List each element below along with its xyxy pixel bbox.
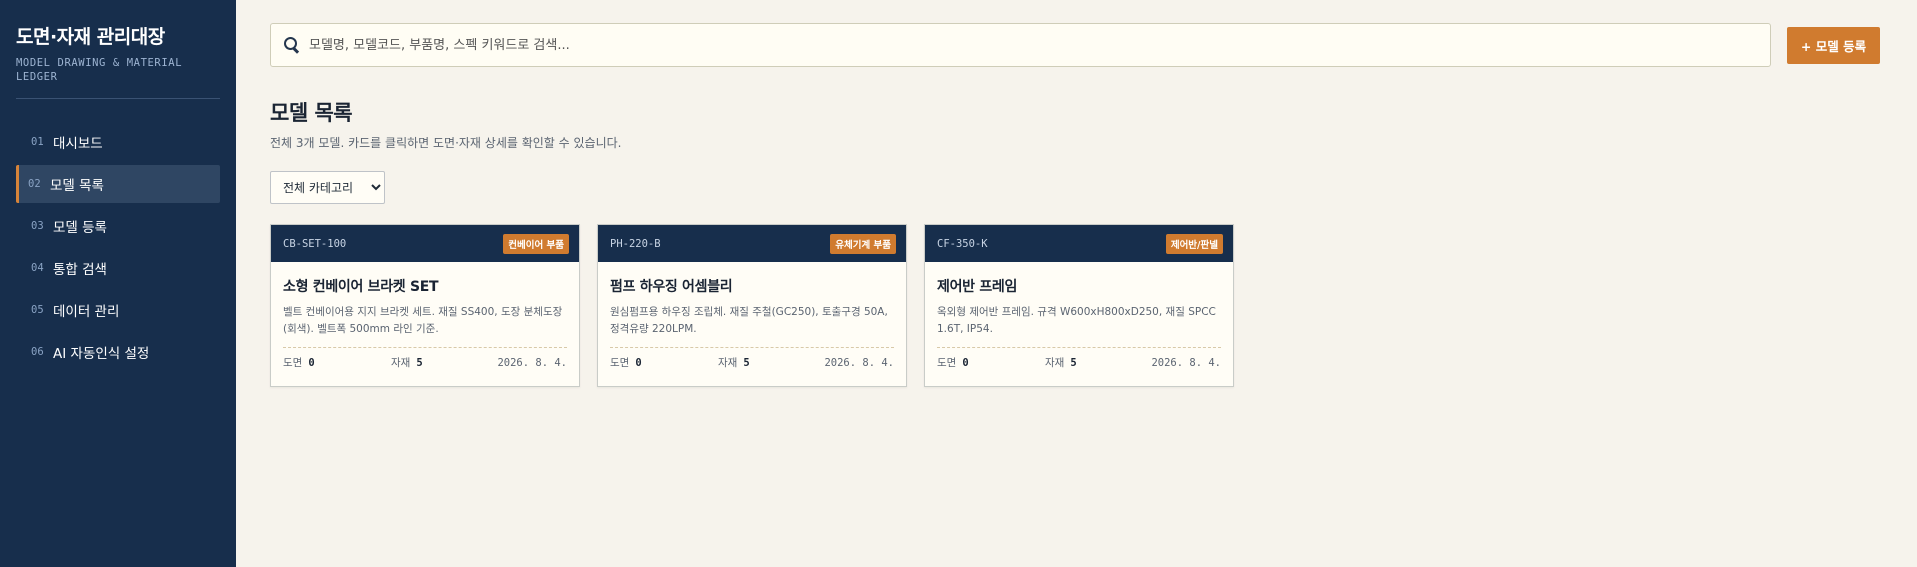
- nav-number: 03: [31, 220, 44, 232]
- model-description: 옥외형 제어반 프레임. 규격 W600xH800xD250, 재질 SPCC …: [937, 306, 1216, 335]
- sidebar-item-label: 대시보드: [53, 136, 103, 152]
- nav-number: 02: [28, 178, 41, 190]
- add-model-button[interactable]: + 모델 등록: [1787, 26, 1880, 64]
- drawing-count: 도면 0: [937, 355, 1045, 370]
- category-badge: 유체기계 부품: [830, 233, 896, 254]
- sidebar-item-label: 통합 검색: [53, 262, 107, 278]
- category-filter-select[interactable]: 전체 카테고리: [270, 171, 385, 204]
- material-count: 자재 5: [391, 355, 497, 370]
- drawing-count-label: 도면: [283, 357, 303, 369]
- card-footer: 도면 0 자재 5 2026. 8. 4.: [283, 347, 567, 370]
- model-name: 소형 컨베이어 브라켓 SET: [283, 279, 439, 295]
- card-header: CF-350-K 제어반/판넬: [925, 225, 1233, 262]
- topbar: + 모델 등록: [270, 23, 1887, 67]
- model-description: 원심펌프용 하우징 조립체. 재질 주철(GC250), 토출구경 50A, 정…: [610, 306, 888, 335]
- search-icon: [283, 36, 301, 54]
- model-card[interactable]: PH-220-B 유체기계 부품 펌프 하우징 어셈블리 원심펌프용 하우징 조…: [597, 224, 907, 387]
- model-card[interactable]: CF-350-K 제어반/판넬 제어반 프레임 옥외형 제어반 프레임. 규격 …: [924, 224, 1234, 387]
- sidebar-divider: [16, 98, 220, 99]
- drawing-count-value: 0: [962, 357, 969, 369]
- model-code: CF-350-K: [937, 237, 988, 250]
- sidebar-item-label: 모델 등록: [53, 220, 107, 236]
- drawing-count-value: 0: [308, 357, 315, 369]
- card-footer: 도면 0 자재 5 2026. 8. 4.: [937, 347, 1221, 370]
- material-count-value: 5: [416, 357, 423, 369]
- app-subtitle: MODEL DRAWING & MATERIAL LEDGER: [16, 57, 183, 83]
- page-title: 모델 목록: [270, 101, 353, 125]
- material-count-value: 5: [1070, 357, 1077, 369]
- material-count-label: 자재: [718, 357, 738, 369]
- app-title: 도면·자재 관리대장: [16, 26, 165, 48]
- card-body: 펌프 하우징 어셈블리 원심펌프용 하우징 조립체. 재질 주철(GC250),…: [598, 262, 906, 370]
- model-code: PH-220-B: [610, 237, 661, 250]
- drawing-count: 도면 0: [610, 355, 718, 370]
- sidebar-item-dashboard[interactable]: 01 대시보드: [16, 123, 220, 161]
- sidebar-item-label: 데이터 관리: [53, 304, 120, 320]
- card-body: 소형 컨베이어 브라켓 SET 벨트 컨베이어용 지지 브라켓 세트. 재질 S…: [271, 262, 579, 370]
- sidebar-nav: 01 대시보드 02 모델 목록 03 모델 등록 04 통합 검색 05 데이…: [16, 123, 220, 371]
- search-input[interactable]: [309, 37, 1709, 53]
- sidebar: 도면·자재 관리대장 MODEL DRAWING & MATERIAL LEDG…: [0, 0, 236, 567]
- card-body: 제어반 프레임 옥외형 제어반 프레임. 규격 W600xH800xD250, …: [925, 262, 1233, 370]
- model-date: 2026. 8. 4.: [824, 356, 894, 369]
- model-card-list: CB-SET-100 컨베이어 부품 소형 컨베이어 브라켓 SET 벨트 컨베…: [270, 224, 1887, 387]
- model-code: CB-SET-100: [283, 237, 347, 250]
- sidebar-item-label: AI 자동인식 설정: [53, 346, 150, 362]
- model-date: 2026. 8. 4.: [497, 356, 567, 369]
- card-header: CB-SET-100 컨베이어 부품: [271, 225, 579, 262]
- model-description: 벨트 컨베이어용 지지 브라켓 세트. 재질 SS400, 도장 분체도장(회색…: [283, 306, 563, 335]
- nav-number: 01: [31, 136, 44, 148]
- material-count: 자재 5: [718, 355, 824, 370]
- material-count-label: 자재: [1045, 357, 1065, 369]
- drawing-count-label: 도면: [610, 357, 630, 369]
- model-card[interactable]: CB-SET-100 컨베이어 부품 소형 컨베이어 브라켓 SET 벨트 컨베…: [270, 224, 580, 387]
- sidebar-item-model-list[interactable]: 02 모델 목록: [16, 165, 220, 203]
- nav-number: 05: [31, 304, 44, 316]
- main-content: + 모델 등록 모델 목록 전체 3개 모델. 카드를 클릭하면 도면·자재 상…: [236, 0, 1917, 567]
- drawing-count: 도면 0: [283, 355, 391, 370]
- category-badge: 컨베이어 부품: [503, 233, 569, 254]
- model-date: 2026. 8. 4.: [1151, 356, 1221, 369]
- drawing-count-label: 도면: [937, 357, 957, 369]
- nav-number: 06: [31, 346, 44, 358]
- model-name: 제어반 프레임: [937, 279, 1018, 295]
- sidebar-item-data-management[interactable]: 05 데이터 관리: [16, 291, 220, 329]
- nav-number: 04: [31, 262, 44, 274]
- material-count: 자재 5: [1045, 355, 1151, 370]
- material-count-value: 5: [743, 357, 750, 369]
- category-badge: 제어반/판넬: [1165, 233, 1223, 254]
- search-box[interactable]: [270, 23, 1771, 67]
- model-name: 펌프 하우징 어셈블리: [610, 279, 733, 295]
- sidebar-item-label: 모델 목록: [50, 178, 104, 194]
- page-description: 전체 3개 모델. 카드를 클릭하면 도면·자재 상세를 확인할 수 있습니다.: [270, 136, 622, 150]
- sidebar-item-ai-settings[interactable]: 06 AI 자동인식 설정: [16, 333, 220, 371]
- sidebar-item-model-register[interactable]: 03 모델 등록: [16, 207, 220, 245]
- card-footer: 도면 0 자재 5 2026. 8. 4.: [610, 347, 894, 370]
- card-header: PH-220-B 유체기계 부품: [598, 225, 906, 262]
- material-count-label: 자재: [391, 357, 411, 369]
- drawing-count-value: 0: [635, 357, 642, 369]
- sidebar-item-search[interactable]: 04 통합 검색: [16, 249, 220, 287]
